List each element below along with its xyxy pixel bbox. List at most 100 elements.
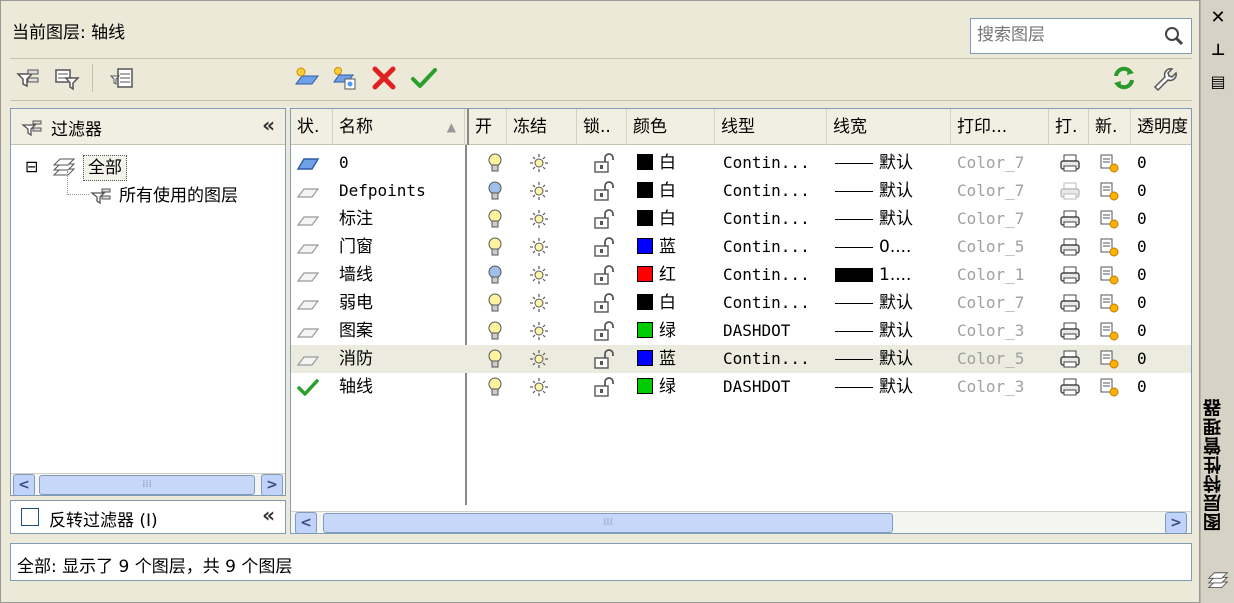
new-layer-icon[interactable] [292,64,320,92]
layer-name[interactable]: 图案 [339,317,463,345]
printer-icon[interactable] [1059,237,1081,257]
new-vp-freeze-icon[interactable] [1099,321,1119,341]
layer-color[interactable]: 蓝 [637,345,717,373]
unlocked-padlock-icon[interactable] [593,321,615,341]
col-header-on[interactable]: 开 [467,109,507,145]
new-vp-freeze-icon[interactable] [1099,349,1119,369]
layer-transparency[interactable]: 0 [1137,261,1177,289]
layer-status-icon[interactable] [297,321,319,341]
light-bulb-icon[interactable] [487,153,503,173]
printer-icon[interactable] [1059,349,1081,369]
layer-lineweight[interactable]: 1.... [835,261,951,289]
layer-color[interactable]: 红 [637,261,717,289]
printer-icon[interactable] [1059,321,1081,341]
col-header-linetype[interactable]: 线型 [715,109,827,145]
layer-lineweight[interactable]: 默认 [835,289,951,317]
layer-color[interactable]: 白 [637,149,717,177]
layer-status-icon[interactable] [297,181,319,201]
layer-linetype[interactable]: Contin... [723,205,831,233]
layer-linetype[interactable]: Contin... [723,289,831,317]
unlocked-padlock-icon[interactable] [593,237,615,257]
layer-name[interactable]: 0 [339,149,463,177]
layer-lineweight[interactable]: 默认 [835,373,951,401]
sun-icon[interactable] [529,321,549,341]
layer-row[interactable]: 弱电 白 Contin... 默认 Color_7 0 [291,289,1191,317]
layer-lineweight[interactable]: 默认 [835,317,951,345]
light-bulb-icon[interactable] [487,209,503,229]
layer-linetype[interactable]: Contin... [723,177,831,205]
printer-icon[interactable] [1059,377,1081,397]
layer-transparency[interactable]: 0 [1137,149,1177,177]
layer-status-icon[interactable] [297,237,319,257]
new-vp-freeze-icon[interactable] [1099,209,1119,229]
col-header-transparency[interactable]: 透明度 [1131,109,1191,145]
col-header-color[interactable]: 颜色 [627,109,715,145]
printer-icon[interactable] [1059,293,1081,313]
sun-icon[interactable] [529,209,549,229]
layer-transparency[interactable]: 0 [1137,289,1177,317]
new-group-filter-icon[interactable] [52,64,80,92]
layer-row[interactable]: 墙线 红 Contin... 1.... Color_1 0 [291,261,1191,289]
scroll-right-button[interactable]: > [261,474,283,496]
layer-transparency[interactable]: 0 [1137,345,1177,373]
current-layer-check-icon[interactable] [297,377,319,397]
layer-transparency[interactable]: 0 [1137,233,1177,261]
layer-linetype[interactable]: Contin... [723,149,831,177]
layer-states-manager-icon[interactable] [108,64,136,92]
sun-icon[interactable] [529,153,549,173]
search-input[interactable] [971,19,1151,51]
light-bulb-icon[interactable] [487,265,503,285]
delete-layer-icon[interactable] [370,64,398,92]
layer-color[interactable]: 绿 [637,317,717,345]
light-bulb-icon[interactable] [487,349,503,369]
layer-status-icon[interactable] [297,349,319,369]
grid-horizontal-scrollbar[interactable]: < ⁞⁞⁞ > [291,511,1191,534]
printer-icon[interactable] [1059,265,1081,285]
light-bulb-icon[interactable] [487,321,503,341]
unlocked-padlock-icon[interactable] [593,293,615,313]
layer-linetype[interactable]: Contin... [723,345,831,373]
refresh-icon[interactable] [1110,64,1138,92]
layer-linetype[interactable]: Contin... [723,233,831,261]
col-header-new-vp-freeze[interactable]: 新. [1089,109,1131,145]
collapse-filter-panel-button[interactable]: « [262,113,275,137]
new-property-filter-icon[interactable] [14,64,42,92]
scroll-left-button[interactable]: < [295,512,317,534]
scroll-thumb[interactable]: ⁞⁞⁞ [323,513,893,533]
col-header-lock[interactable]: 锁.. [577,109,627,145]
layer-status-icon[interactable] [297,293,319,313]
layer-name[interactable]: 轴线 [339,373,463,401]
unlocked-padlock-icon[interactable] [593,153,615,173]
new-vp-freeze-icon[interactable] [1099,237,1119,257]
filter-horizontal-scrollbar[interactable]: < ⁞⁞⁞ > [11,473,285,496]
layer-color[interactable]: 白 [637,289,717,317]
layer-transparency[interactable]: 0 [1137,373,1177,401]
sun-icon[interactable] [529,293,549,313]
unlocked-padlock-icon[interactable] [593,265,615,285]
search-layers-box[interactable] [970,18,1192,54]
col-header-lineweight[interactable]: 线宽 [827,109,951,145]
layer-linetype[interactable]: DASHDOT [723,373,831,401]
sun-icon[interactable] [529,377,549,397]
tree-node-all[interactable]: ⊟ 全部 [25,155,275,183]
unlocked-padlock-icon[interactable] [593,209,615,229]
col-header-status[interactable]: 状. [291,109,333,145]
layer-row[interactable]: 轴线 绿 DASHDOT 默认 Color_3 0 [291,373,1191,401]
new-vp-freeze-icon[interactable] [1099,265,1119,285]
scroll-thumb[interactable]: ⁞⁞⁞ [39,475,255,495]
unlocked-padlock-icon[interactable] [593,181,615,201]
light-bulb-icon[interactable] [487,237,503,257]
settings-wrench-icon[interactable] [1150,64,1178,92]
layer-lineweight[interactable]: 默认 [835,205,951,233]
layer-name[interactable]: Defpoints [339,177,463,205]
collapse-filter-button[interactable]: « [262,503,275,527]
layer-color[interactable]: 白 [637,205,717,233]
tree-node-used-layers[interactable]: 所有使用的图层 [89,183,289,211]
light-bulb-icon[interactable] [487,377,503,397]
scroll-left-button[interactable]: < [13,474,35,496]
printer-icon[interactable] [1059,153,1081,173]
layer-row[interactable]: 门窗 蓝 Contin... 0.... Color_5 0 [291,233,1191,261]
printer-icon[interactable] [1059,209,1081,229]
new-vp-freeze-icon[interactable] [1099,181,1119,201]
invert-filter-checkbox[interactable] [21,508,39,526]
